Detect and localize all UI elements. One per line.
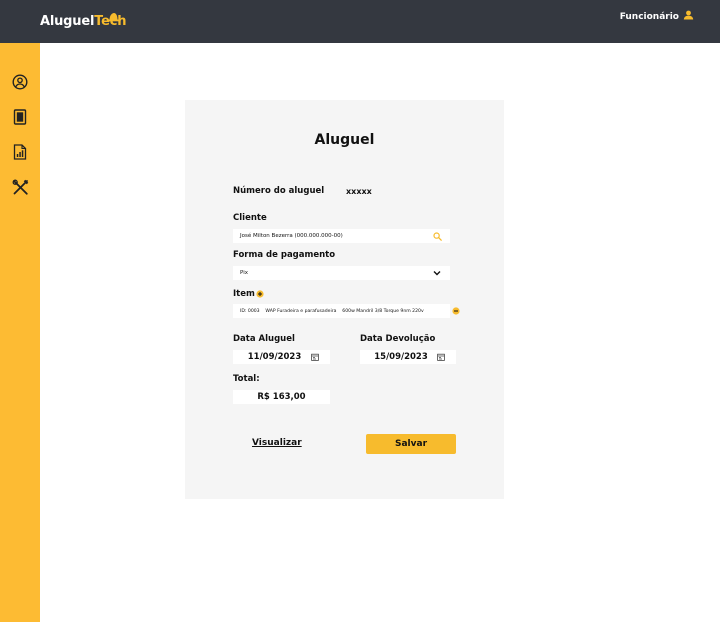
document-icon — [13, 109, 27, 125]
search-icon[interactable] — [433, 232, 442, 241]
user-menu[interactable]: Funcionário — [619, 10, 694, 22]
client-label: Cliente — [233, 213, 267, 223]
rental-number-value: xxxxx — [346, 187, 372, 196]
report-chart-icon — [13, 144, 27, 160]
rental-date-value: 11/09/2023 — [247, 352, 302, 362]
sidebar-item-profile[interactable] — [11, 73, 29, 91]
item-value: ID: 0003 WAP Furadeira e parafusadeira 6… — [240, 308, 424, 314]
return-date-label: Data Devolução — [360, 334, 436, 344]
return-date-value: 15/09/2023 — [374, 352, 428, 362]
rental-date-label: Data Aluguel — [233, 334, 295, 344]
page-title: Aluguel — [314, 132, 375, 148]
calendar-icon[interactable] — [437, 353, 445, 361]
top-bar: AluguelTech Funcionário — [0, 0, 720, 43]
tools-icon — [12, 179, 28, 195]
save-button[interactable]: Salvar — [366, 434, 456, 454]
sidebar — [0, 43, 40, 622]
user-circle-icon — [12, 74, 28, 90]
total-label: Total: — [233, 374, 260, 384]
payment-select[interactable]: Pix — [233, 266, 450, 280]
sidebar-item-reports[interactable] — [11, 143, 29, 161]
rental-number-label: Número do aluguel — [233, 186, 325, 196]
remove-item-icon[interactable] — [452, 307, 460, 315]
calendar-icon[interactable] — [311, 353, 319, 361]
client-value: José Milton Bezerra (000.000.000-00) — [240, 233, 343, 239]
rental-form-card: Aluguel Número do aluguel xxxxx Cliente … — [185, 100, 504, 499]
add-item-icon[interactable] — [256, 290, 264, 298]
client-search-field[interactable]: José Milton Bezerra (000.000.000-00) — [233, 229, 450, 243]
user-icon — [683, 10, 694, 19]
chevron-down-icon[interactable] — [433, 269, 441, 277]
total-value-field: R$ 163,00 — [233, 390, 330, 404]
payment-label: Forma de pagamento — [233, 250, 336, 260]
view-link[interactable]: Visualizar — [252, 438, 302, 448]
user-label: Funcionário — [619, 12, 679, 22]
item-label: Item — [233, 289, 255, 299]
hard-hat-icon — [108, 13, 119, 22]
total-value: R$ 163,00 — [257, 392, 306, 402]
sidebar-item-tools[interactable] — [11, 178, 29, 196]
logo-text-aluguel: Aluguel — [40, 14, 95, 29]
sidebar-item-rentals[interactable] — [11, 108, 29, 126]
payment-value: Pix — [240, 270, 248, 276]
item-row: ID: 0003 WAP Furadeira e parafusadeira 6… — [233, 304, 450, 318]
